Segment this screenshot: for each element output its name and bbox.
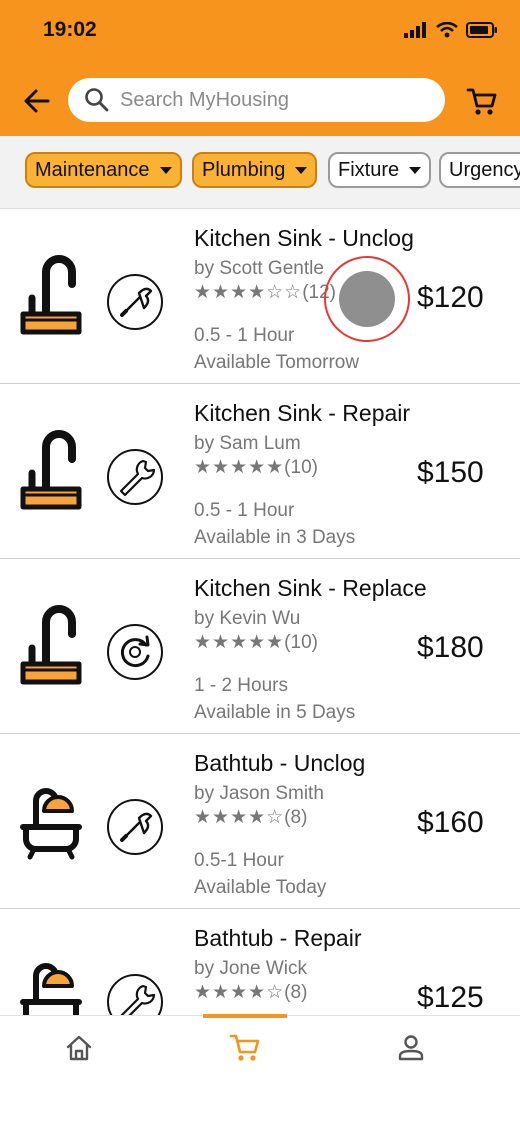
nav-cart[interactable] [229,1032,261,1064]
filter-chip-fixture[interactable]: Fixture [328,152,432,188]
caret-down-icon [159,166,172,174]
item-availability: Available in 5 Days [194,702,356,723]
status-icons [404,22,498,38]
rating-stars: ★★★★★ [194,457,285,478]
list-item[interactable]: Bathtub - Unclog by Jason Smith ★★★★☆(8)… [0,734,520,909]
active-tab-indicator [203,1014,287,1018]
rating-stars: ★★★★☆☆ [194,282,303,303]
filter-chip-plumbing[interactable]: Plumbing [192,152,318,188]
sink-icon [18,429,84,513]
item-rating: ★★★★☆(8) [194,806,307,829]
item-provider: by Sam Lum [194,433,301,454]
sink-icon [18,254,84,338]
nav-home[interactable] [63,1032,95,1064]
item-title: Kitchen Sink - Replace [194,575,427,601]
profile-icon [398,1035,424,1061]
item-duration: 0.5 - 1 Hour [194,500,295,521]
item-availability: Available Tomorrow [194,352,360,373]
item-rating: ★★★★★(10) [194,631,318,654]
item-price: $160 [417,806,484,839]
item-availability: Available in 3 Days [194,527,356,548]
item-price: $180 [417,631,484,664]
item-availability: Available Today [194,877,327,898]
filter-chip-label: Maintenance [35,158,150,181]
rating-stars: ★★★★★ [194,632,285,653]
search-icon [85,88,109,112]
rating-stars: ★★★★☆ [194,807,285,828]
home-icon [66,1035,92,1061]
item-title: Bathtub - Unclog [194,750,366,776]
review-count: (10) [284,632,318,653]
filter-chip-maintenance[interactable]: Maintenance [25,152,182,188]
status-time: 19:02 [43,18,97,41]
caret-down-icon [409,166,422,174]
item-duration: 0.5 - 1 Hour [194,325,295,346]
search-bar[interactable] [68,78,445,122]
cart-icon [466,88,497,115]
item-title: Bathtub - Repair [194,925,362,951]
filter-chip-urgency[interactable]: Urgency [439,152,520,188]
item-rating: ★★★★☆(8) [194,981,307,1004]
bathtub-icon [18,779,84,863]
wrench-icon [106,973,164,1015]
item-price: $120 [417,281,484,314]
nav-profile[interactable] [395,1032,427,1064]
review-count: (8) [284,807,308,828]
wrench-icon [106,448,164,506]
battery-icon [466,22,497,38]
item-duration: 0.5-1 Hour [194,850,284,871]
cart-icon [229,1034,260,1061]
item-price: $125 [417,981,484,1014]
item-title: Kitchen Sink - Unclog [194,225,414,251]
item-title: Kitchen Sink - Repair [194,400,411,426]
arrow-left-icon [24,89,50,113]
list-item[interactable]: Kitchen Sink - Unclog by Scott Gentle ★★… [0,209,520,384]
bathtub-icon [18,954,84,1015]
replace-icon [106,623,164,681]
item-price: $150 [417,456,484,489]
item-provider: by Jone Wick [194,958,307,979]
review-count: (12) [302,282,336,303]
filter-chip-label: Urgency [449,158,520,181]
item-duration: 1 - 2 Hours [194,675,288,696]
sink-icon [18,604,84,688]
filter-bar: Maintenance Plumbing Fixture Urgency [0,136,520,209]
wifi-icon [436,22,458,38]
rating-stars: ★★★★☆ [194,982,285,1003]
service-list: Kitchen Sink - Unclog by Scott Gentle ★★… [0,209,520,1015]
item-provider: by Kevin Wu [194,608,301,629]
review-count: (10) [284,457,318,478]
filter-chip-label: Fixture [338,158,400,181]
plunger-icon [106,273,164,331]
signal-icon [404,22,426,38]
item-provider: by Scott Gentle [194,258,324,279]
list-item[interactable]: Kitchen Sink - Repair by Sam Lum ★★★★★(1… [0,384,520,559]
app-header: 19:02 [0,0,520,136]
list-item[interactable]: Bathtub - Repair by Jone Wick ★★★★☆(8) $… [0,909,520,1015]
filter-chip-label: Plumbing [202,158,286,181]
search-input[interactable] [118,87,422,113]
plunger-icon [106,798,164,856]
review-count: (8) [284,982,308,1003]
cart-button[interactable] [466,86,498,123]
back-button[interactable] [22,86,52,116]
caret-down-icon [295,166,308,174]
list-item[interactable]: Kitchen Sink - Replace by Kevin Wu ★★★★★… [0,559,520,734]
item-rating: ★★★★★(10) [194,456,318,479]
item-provider: by Jason Smith [194,783,324,804]
bottom-nav [0,1014,520,1127]
item-rating: ★★★★☆☆(12) [194,281,336,304]
